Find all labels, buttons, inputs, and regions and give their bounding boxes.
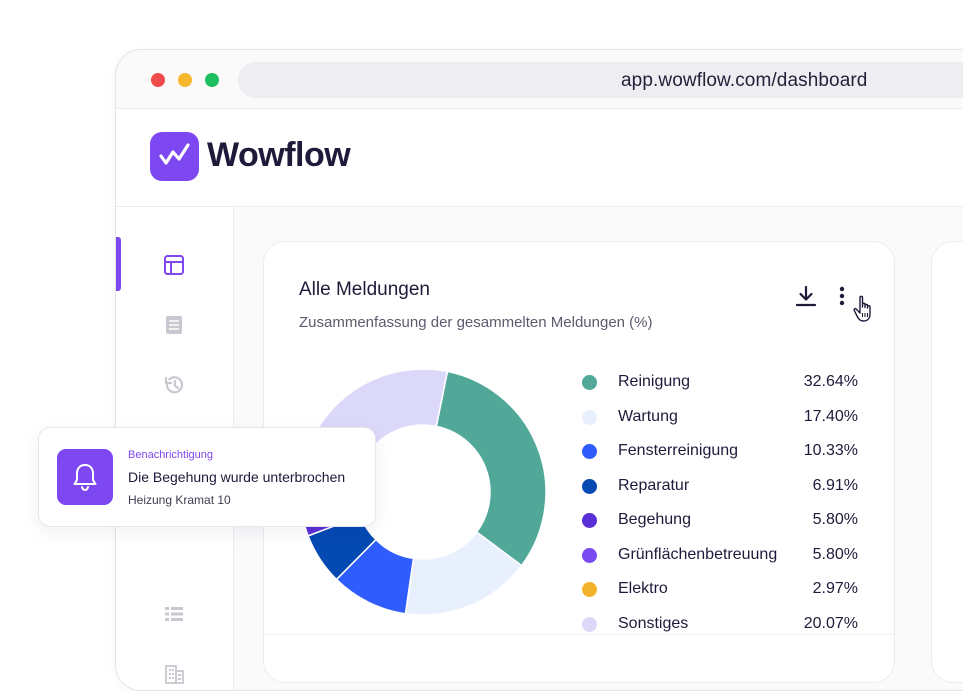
address-bar[interactable]: app.wowflow.com/dashboard — [238, 62, 963, 98]
brand-name: Wowflow — [207, 136, 351, 174]
legend-color-dot — [582, 409, 597, 425]
legend-label: Sonstiges — [618, 614, 689, 632]
notification-icon-box — [57, 449, 113, 505]
legend-value: 17.40% — [803, 407, 858, 425]
legend-label: Reinigung — [618, 373, 691, 390]
browser-window: app.wowflow.com/dashboard Wowflow Alle M… — [115, 49, 963, 691]
legend-label: Fensterreinigung — [618, 442, 739, 459]
more-options-icon[interactable] — [832, 285, 852, 309]
card-subtitle: Zusammenfassung der gesammelten Meldunge… — [299, 314, 653, 331]
layout-icon[interactable] — [163, 254, 185, 276]
notification-subtitle: Heizung Kramat 10 — [128, 493, 231, 507]
donut-slice-reinigung[interactable] — [435, 370, 547, 567]
browser-titlebar: app.wowflow.com/dashboard — [116, 50, 963, 109]
sidebar-active-indicator — [116, 237, 121, 291]
notification-label: Benachrichtigung — [128, 449, 214, 461]
notification-title: Die Begehung wurde unterbrochen — [128, 469, 346, 485]
legend-color-dot — [582, 616, 597, 632]
legend-value: 6.91% — [812, 476, 858, 494]
legend-value: 10.33% — [803, 442, 858, 459]
legend-color-dot — [582, 478, 597, 494]
legend-label: Elektro — [618, 580, 668, 597]
legend-value: 32.64% — [803, 373, 858, 390]
legend-label: Wartung — [618, 407, 678, 425]
secondary-card — [931, 241, 963, 683]
legend-label: Reparatur — [618, 476, 690, 494]
notification-toast[interactable]: Benachrichtigung Die Begehung wurde unte… — [38, 427, 376, 527]
legend-label: Begehung — [618, 511, 691, 528]
app-header: Wowflow — [116, 109, 963, 207]
card-divider — [264, 634, 894, 635]
hand-cursor-icon — [853, 295, 871, 322]
list-icon[interactable] — [163, 603, 185, 625]
legend-value: 5.80% — [812, 545, 858, 563]
wowflow-logo-icon[interactable] — [150, 132, 199, 181]
close-window-button[interactable] — [151, 73, 165, 87]
legend-color-dot — [582, 513, 597, 528]
legend-value: 2.97% — [812, 580, 858, 597]
legend-value: 20.07% — [803, 614, 858, 632]
building-icon[interactable] — [163, 663, 185, 685]
download-icon[interactable] — [794, 284, 818, 308]
legend-color-dot — [582, 582, 597, 597]
legend-value: 5.80% — [812, 511, 858, 528]
document-icon[interactable] — [163, 314, 185, 336]
url-text: app.wowflow.com/dashboard — [621, 70, 868, 91]
card-title: Alle Meldungen — [299, 279, 430, 300]
legend-color-dot — [582, 547, 597, 563]
legend-color-dot — [582, 444, 597, 459]
bell-icon — [73, 464, 97, 492]
history-icon[interactable] — [163, 374, 185, 396]
legend-color-dot — [582, 375, 597, 390]
maximize-window-button[interactable] — [205, 73, 219, 87]
minimize-window-button[interactable] — [178, 73, 192, 87]
legend-label: Grünflächenbetreuung — [618, 545, 778, 563]
